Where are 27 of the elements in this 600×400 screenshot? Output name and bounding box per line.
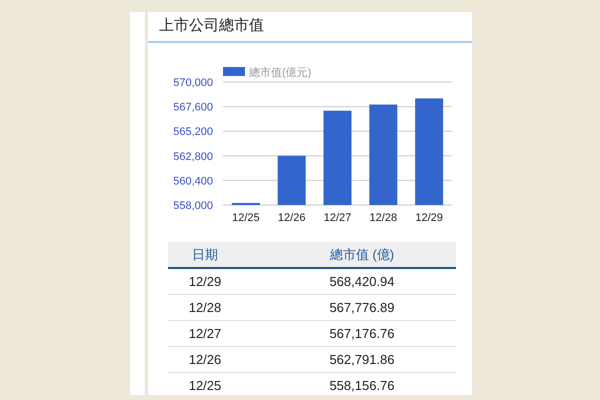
table-cell: 12/26 bbox=[188, 352, 222, 367]
legend-label: 總市值(億元) bbox=[249, 67, 312, 79]
table-cell: 562,791.86 bbox=[329, 352, 395, 367]
table-cell: 558,156.76 bbox=[329, 378, 395, 393]
axis-tick-label: 570,000 bbox=[173, 77, 213, 89]
bar bbox=[278, 156, 306, 205]
axis-tick-label: 565,200 bbox=[173, 126, 213, 138]
table-cell: 12/25 bbox=[188, 378, 222, 393]
bar bbox=[232, 202, 260, 205]
axis-tick-label: 560,400 bbox=[173, 175, 213, 188]
axis-tick-label: 12/25 bbox=[232, 212, 260, 224]
table-cell: 567,176.76 bbox=[329, 326, 395, 341]
table-cell: 568,420.94 bbox=[329, 274, 395, 289]
card-title: 上市公司總市值 bbox=[159, 16, 264, 36]
axis-tick-label: 567,600 bbox=[173, 102, 213, 114]
axis-tick-label: 12/26 bbox=[278, 212, 306, 224]
axis-tick-label: 12/28 bbox=[370, 212, 398, 224]
column-header: 總市值 (億) bbox=[330, 246, 394, 262]
table-cell: 12/29 bbox=[188, 274, 222, 289]
table-cell: 12/27 bbox=[188, 326, 222, 341]
table-cell: 12/28 bbox=[188, 300, 222, 315]
axis-tick-label: 562,800 bbox=[173, 150, 213, 163]
column-header: 日期 bbox=[192, 246, 218, 262]
axis-tick-label: 12/27 bbox=[324, 212, 352, 224]
axis-tick-label: 558,000 bbox=[173, 200, 213, 212]
axis-tick-label: 12/29 bbox=[415, 212, 443, 224]
table-cell: 567,776.89 bbox=[329, 300, 395, 315]
